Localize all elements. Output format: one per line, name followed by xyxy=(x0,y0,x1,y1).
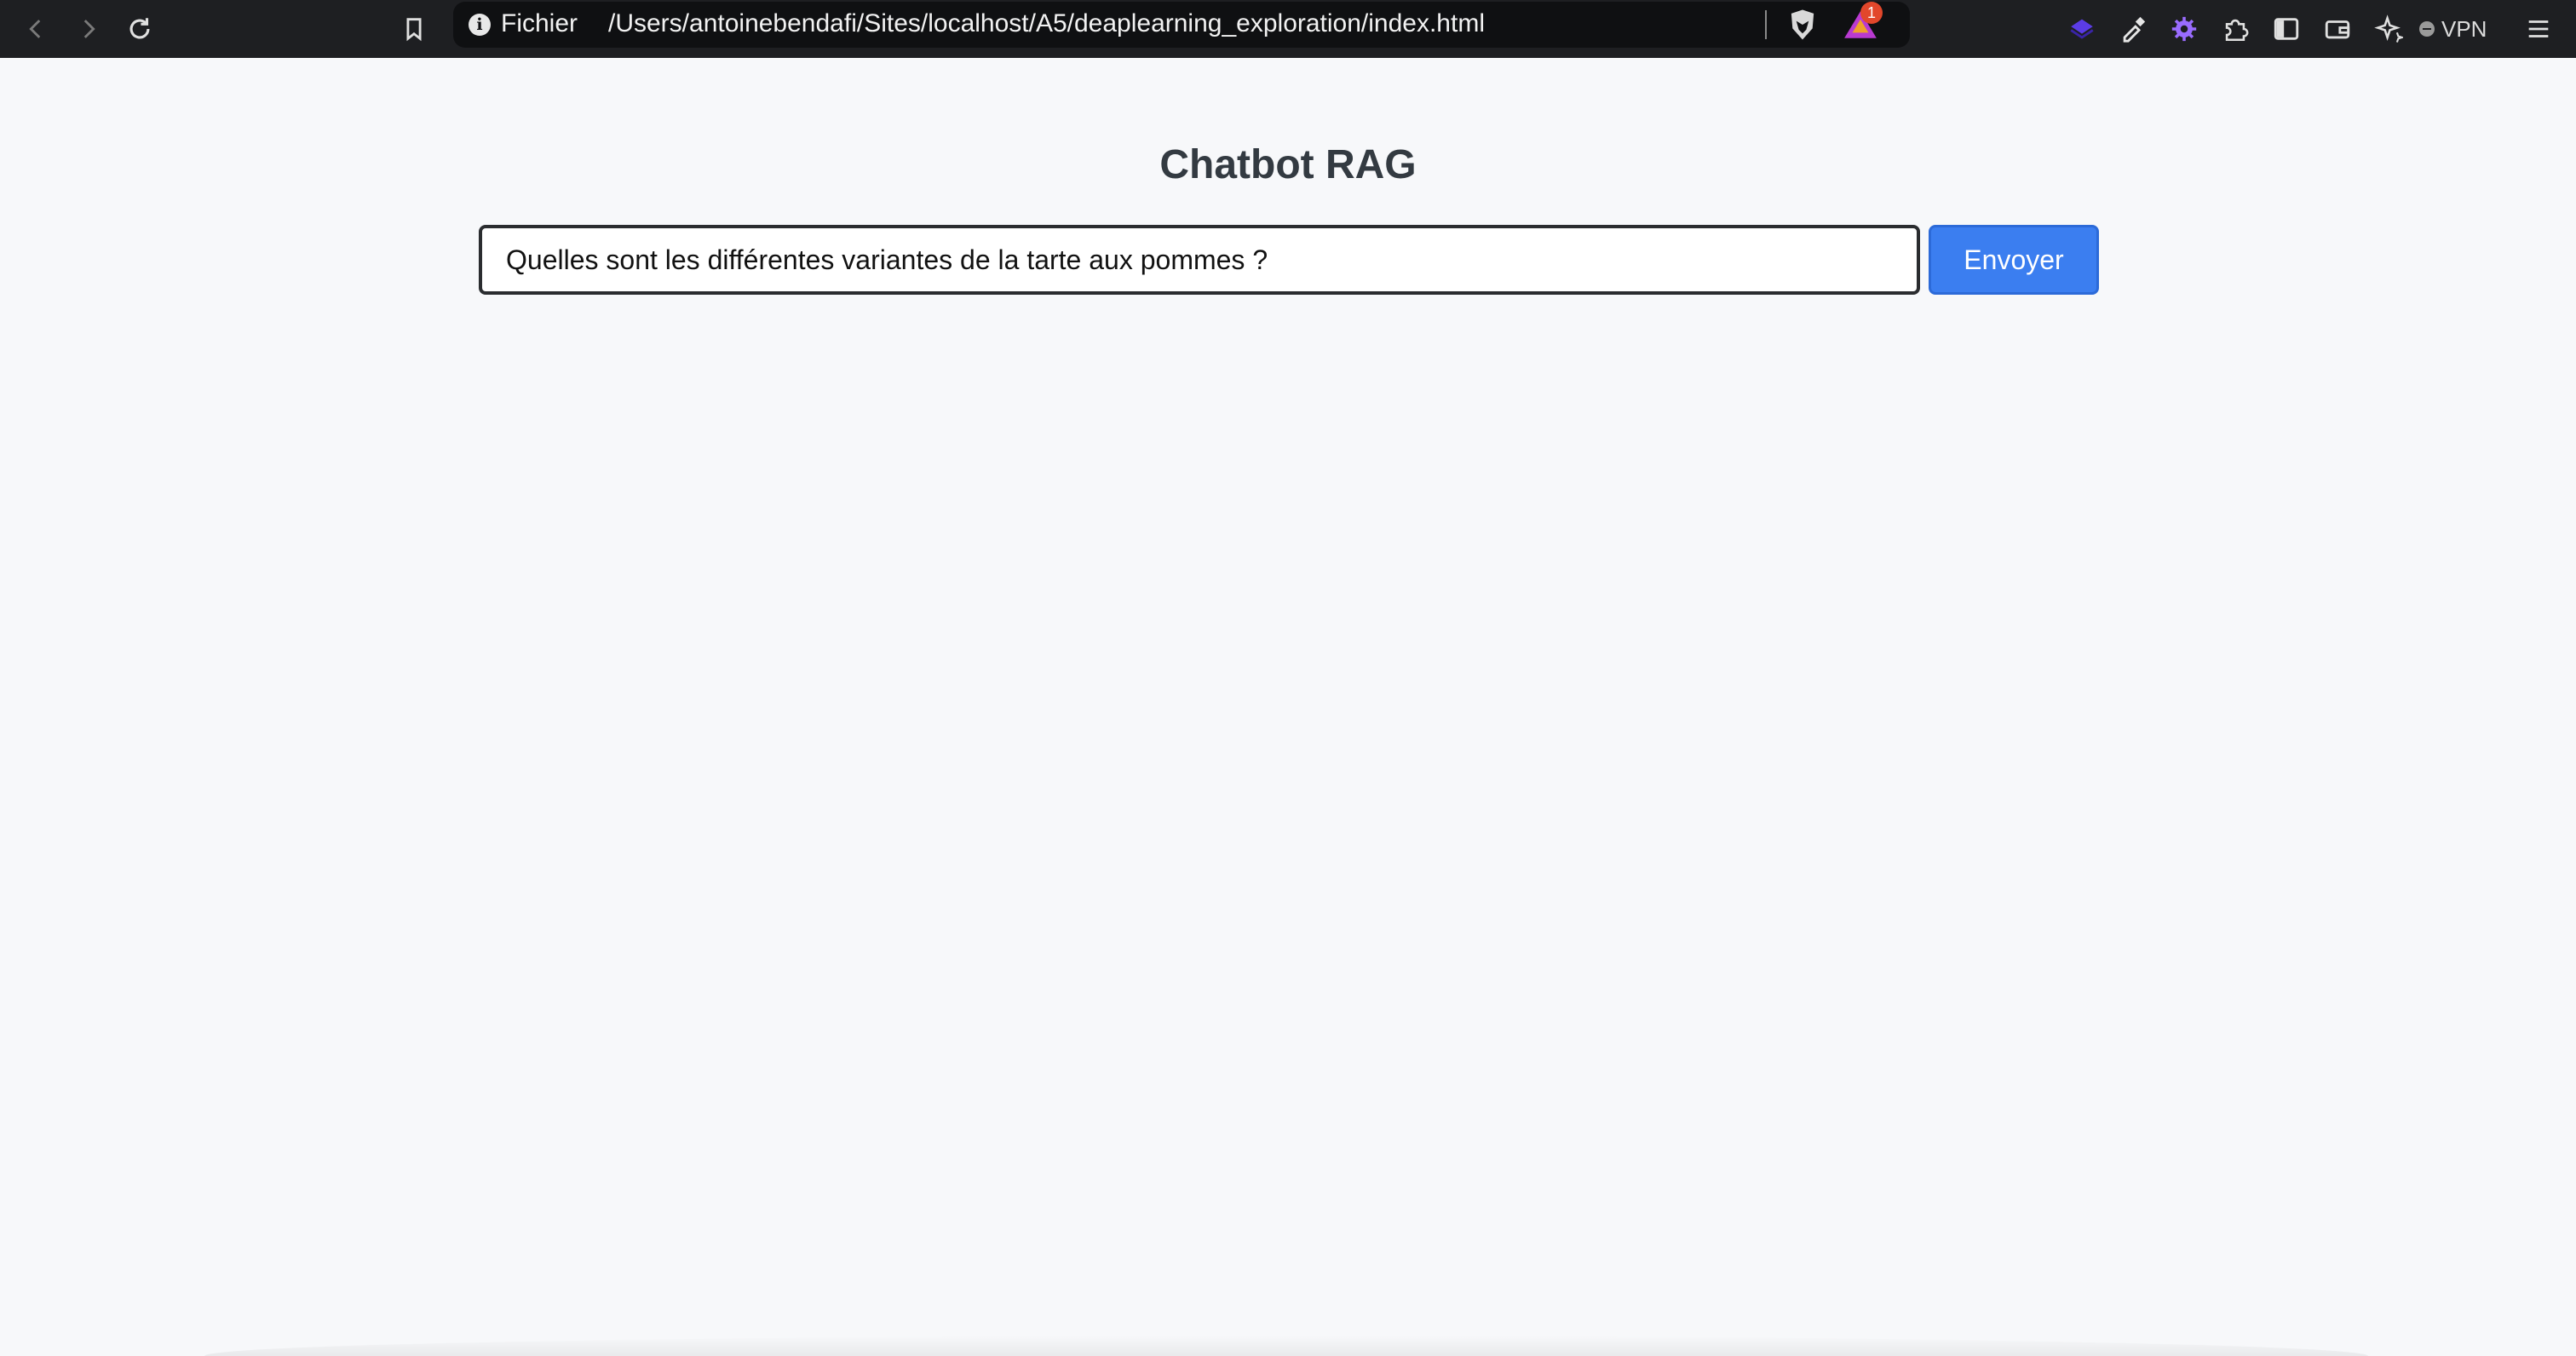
wallet-button[interactable] xyxy=(2315,7,2360,51)
address-url[interactable]: /Users/antoinebendafi/Sites/localhost/A5… xyxy=(608,9,1485,38)
wallet-icon xyxy=(2325,20,2350,39)
extension-gear-button[interactable] xyxy=(2162,7,2206,51)
vpn-button[interactable]: VPN xyxy=(2419,7,2487,51)
page-content: Chatbot RAG Envoyer xyxy=(0,58,2576,1356)
vpn-label: VPN xyxy=(2441,15,2487,42)
gear-icon xyxy=(2171,16,2197,42)
extension-eyedropper-button[interactable] xyxy=(2111,7,2155,51)
page-title: Chatbot RAG xyxy=(1159,142,1417,187)
reload-button[interactable] xyxy=(118,7,162,51)
leo-ai-button[interactable] xyxy=(2366,7,2411,51)
extensions-button[interactable] xyxy=(2213,7,2257,51)
address-bar[interactable]: i Fichier /Users/antoinebendafi/Sites/lo… xyxy=(453,2,1910,48)
rewards-badge: 1 xyxy=(1860,2,1883,24)
chevron-right-icon xyxy=(83,20,95,38)
puzzle-icon xyxy=(2225,19,2249,42)
bookmark-icon xyxy=(406,18,422,42)
address-scheme-label: Fichier xyxy=(501,9,578,37)
eyedropper-icon xyxy=(2123,16,2146,43)
forward-button[interactable] xyxy=(66,7,111,51)
send-button[interactable]: Envoyer xyxy=(1929,225,2099,295)
bookmark-button[interactable] xyxy=(392,7,436,51)
chevron-left-icon xyxy=(29,20,41,38)
hamburger-menu-icon xyxy=(2528,20,2549,37)
reload-icon xyxy=(129,18,150,39)
browser-toolbar: i Fichier /Users/antoinebendafi/Sites/lo… xyxy=(0,0,2576,58)
layers-icon xyxy=(2070,19,2094,39)
main-menu-button[interactable] xyxy=(2516,7,2561,51)
bottom-shadow xyxy=(204,1336,2368,1356)
back-button[interactable] xyxy=(14,7,58,51)
sidebar-icon xyxy=(2274,18,2299,40)
info-icon[interactable]: i xyxy=(469,14,491,36)
sidebar-button[interactable] xyxy=(2264,7,2309,51)
sparkle-icon xyxy=(2374,14,2403,43)
question-input[interactable] xyxy=(479,225,1920,295)
address-divider xyxy=(1765,10,1767,39)
extension-layers-button[interactable] xyxy=(2060,7,2104,51)
vpn-status-icon xyxy=(2419,21,2435,37)
brave-shield-icon[interactable] xyxy=(1787,9,1818,41)
